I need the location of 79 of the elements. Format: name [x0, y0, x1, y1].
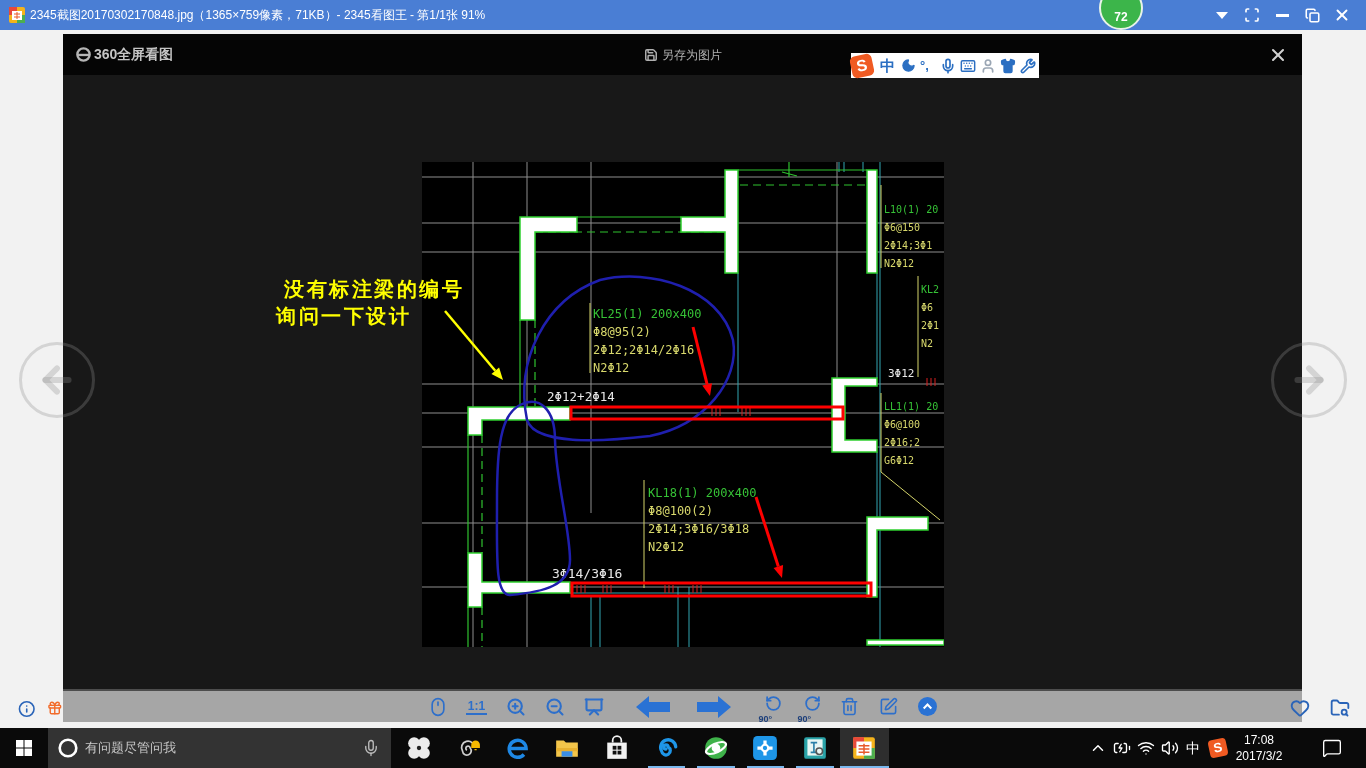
beam-spec-text: N2Φ12 — [883, 258, 914, 269]
arrow — [444, 310, 503, 380]
search-placeholder: 有问题尽管问我 — [85, 739, 176, 758]
window-title: 2345截图20170302170848.jpg（1365×759像素，71KB）- 2345看图王 - 第1/1张 91% — [30, 7, 486, 24]
rebar-note-text: 3Φ12 — [887, 367, 914, 380]
planet-icon — [702, 735, 729, 761]
beam-spec-text: Φ8@100(2) — [647, 504, 713, 518]
zoom-in-icon — [505, 696, 526, 717]
shirt-icon[interactable] — [1000, 57, 1016, 74]
minimize-icon — [1275, 13, 1289, 17]
beam-spec-text: Φ8@95(2) — [592, 325, 651, 339]
clock-time[interactable]: 17:08 — [1244, 732, 1274, 748]
beam-spec-text: N2 — [920, 338, 933, 349]
beam-spec-text: Φ6 — [920, 302, 933, 313]
wifi-icon[interactable] — [1137, 739, 1155, 757]
notification-icon — [1322, 738, 1342, 758]
microphone-icon[interactable] — [940, 57, 956, 74]
rotate-right-button[interactable]: 90° — [794, 692, 827, 721]
beam-name-text: LL1(1) 20 — [883, 401, 938, 412]
restore-icon — [1304, 7, 1320, 23]
arrow-right-icon — [696, 695, 731, 718]
info-icon[interactable] — [18, 700, 36, 718]
beam-spec-text: Φ6@150 — [883, 222, 920, 233]
beam-spec-text: Φ6@100 — [883, 419, 920, 430]
beam-spec-text: N2Φ12 — [592, 361, 629, 375]
chevron-up-icon — [918, 697, 937, 716]
annotation-note: 没有标注梁的编号 — [284, 277, 464, 301]
input-method-indicator[interactable]: 中 — [1182, 737, 1204, 759]
punctuation-mode[interactable]: °, — [920, 57, 936, 74]
folder-search-icon[interactable] — [1330, 698, 1350, 718]
beam-spec-text: 2Φ1 — [920, 320, 939, 331]
app-tile-icon — [851, 735, 878, 761]
app-icon — [9, 7, 25, 23]
trash-icon — [840, 697, 859, 716]
beam-spec-text: G6Φ12 — [883, 455, 914, 466]
text-tile-icon — [801, 735, 828, 761]
ime-logo[interactable]: S — [1207, 737, 1229, 759]
usage-badge[interactable]: 72 — [1099, 0, 1143, 30]
zoom-out-icon — [544, 696, 565, 717]
annotation-note: 询问一下设计 — [276, 304, 411, 328]
beam-spec-text: 2Φ14;3Φ16/3Φ18 — [647, 522, 749, 536]
ring-icon — [58, 738, 78, 758]
microphone-icon[interactable] — [362, 739, 380, 757]
gift-icon[interactable] — [47, 700, 63, 716]
taskbar-app-button[interactable] — [839, 728, 889, 768]
heart-icon[interactable] — [1290, 698, 1310, 718]
beam-spec-text: 2Φ14;3Φ1 — [883, 240, 932, 251]
beam-name-text: KL25(1) 200x400 — [592, 307, 701, 321]
beam-spec-text: 2Φ12;2Φ14/2Φ16 — [592, 343, 694, 357]
beam-name-text: L10(1) 20 — [883, 204, 938, 215]
presentation-icon — [583, 696, 604, 717]
rotate-right-icon — [804, 695, 821, 712]
ime-mode[interactable]: 中 — [880, 56, 897, 75]
fullscreen-icon — [1244, 7, 1260, 23]
search-field[interactable]: 有问题尽管问我 — [48, 728, 391, 768]
logo-icon — [75, 46, 92, 63]
keyboard-icon[interactable] — [960, 57, 976, 74]
edit-icon — [879, 697, 898, 716]
beam-name-text: KL2 — [920, 284, 939, 295]
save-icon — [643, 47, 658, 62]
rotate-left-button[interactable]: 90° — [755, 692, 788, 721]
clock-date[interactable]: 2017/3/2 — [1235, 748, 1283, 764]
wrench-icon[interactable] — [1020, 57, 1036, 74]
windows-logo-icon — [16, 740, 32, 756]
previous-image-button[interactable] — [19, 342, 95, 418]
beam-spec-text: N2Φ12 — [647, 540, 684, 554]
arrow-left-icon — [635, 695, 670, 718]
rotate-left-icon — [765, 695, 782, 712]
beam-spec-text: 2Φ16;2 — [883, 437, 920, 448]
rebar-note-text: 2Φ12+2Φ14 — [546, 389, 615, 404]
next-image-button[interactable] — [1271, 342, 1347, 418]
save-as-image-button[interactable]: 另存为图片 — [643, 45, 722, 64]
pinwheel-icon — [405, 735, 432, 761]
beam-name-text: KL18(1) 200x400 — [647, 486, 756, 500]
cross-tile-icon — [752, 735, 779, 761]
viewer-brand: 360全屏看图 — [94, 45, 174, 64]
caret-down-icon — [1216, 11, 1228, 19]
volume-icon[interactable] — [1161, 739, 1179, 757]
moon-icon[interactable] — [901, 58, 916, 73]
